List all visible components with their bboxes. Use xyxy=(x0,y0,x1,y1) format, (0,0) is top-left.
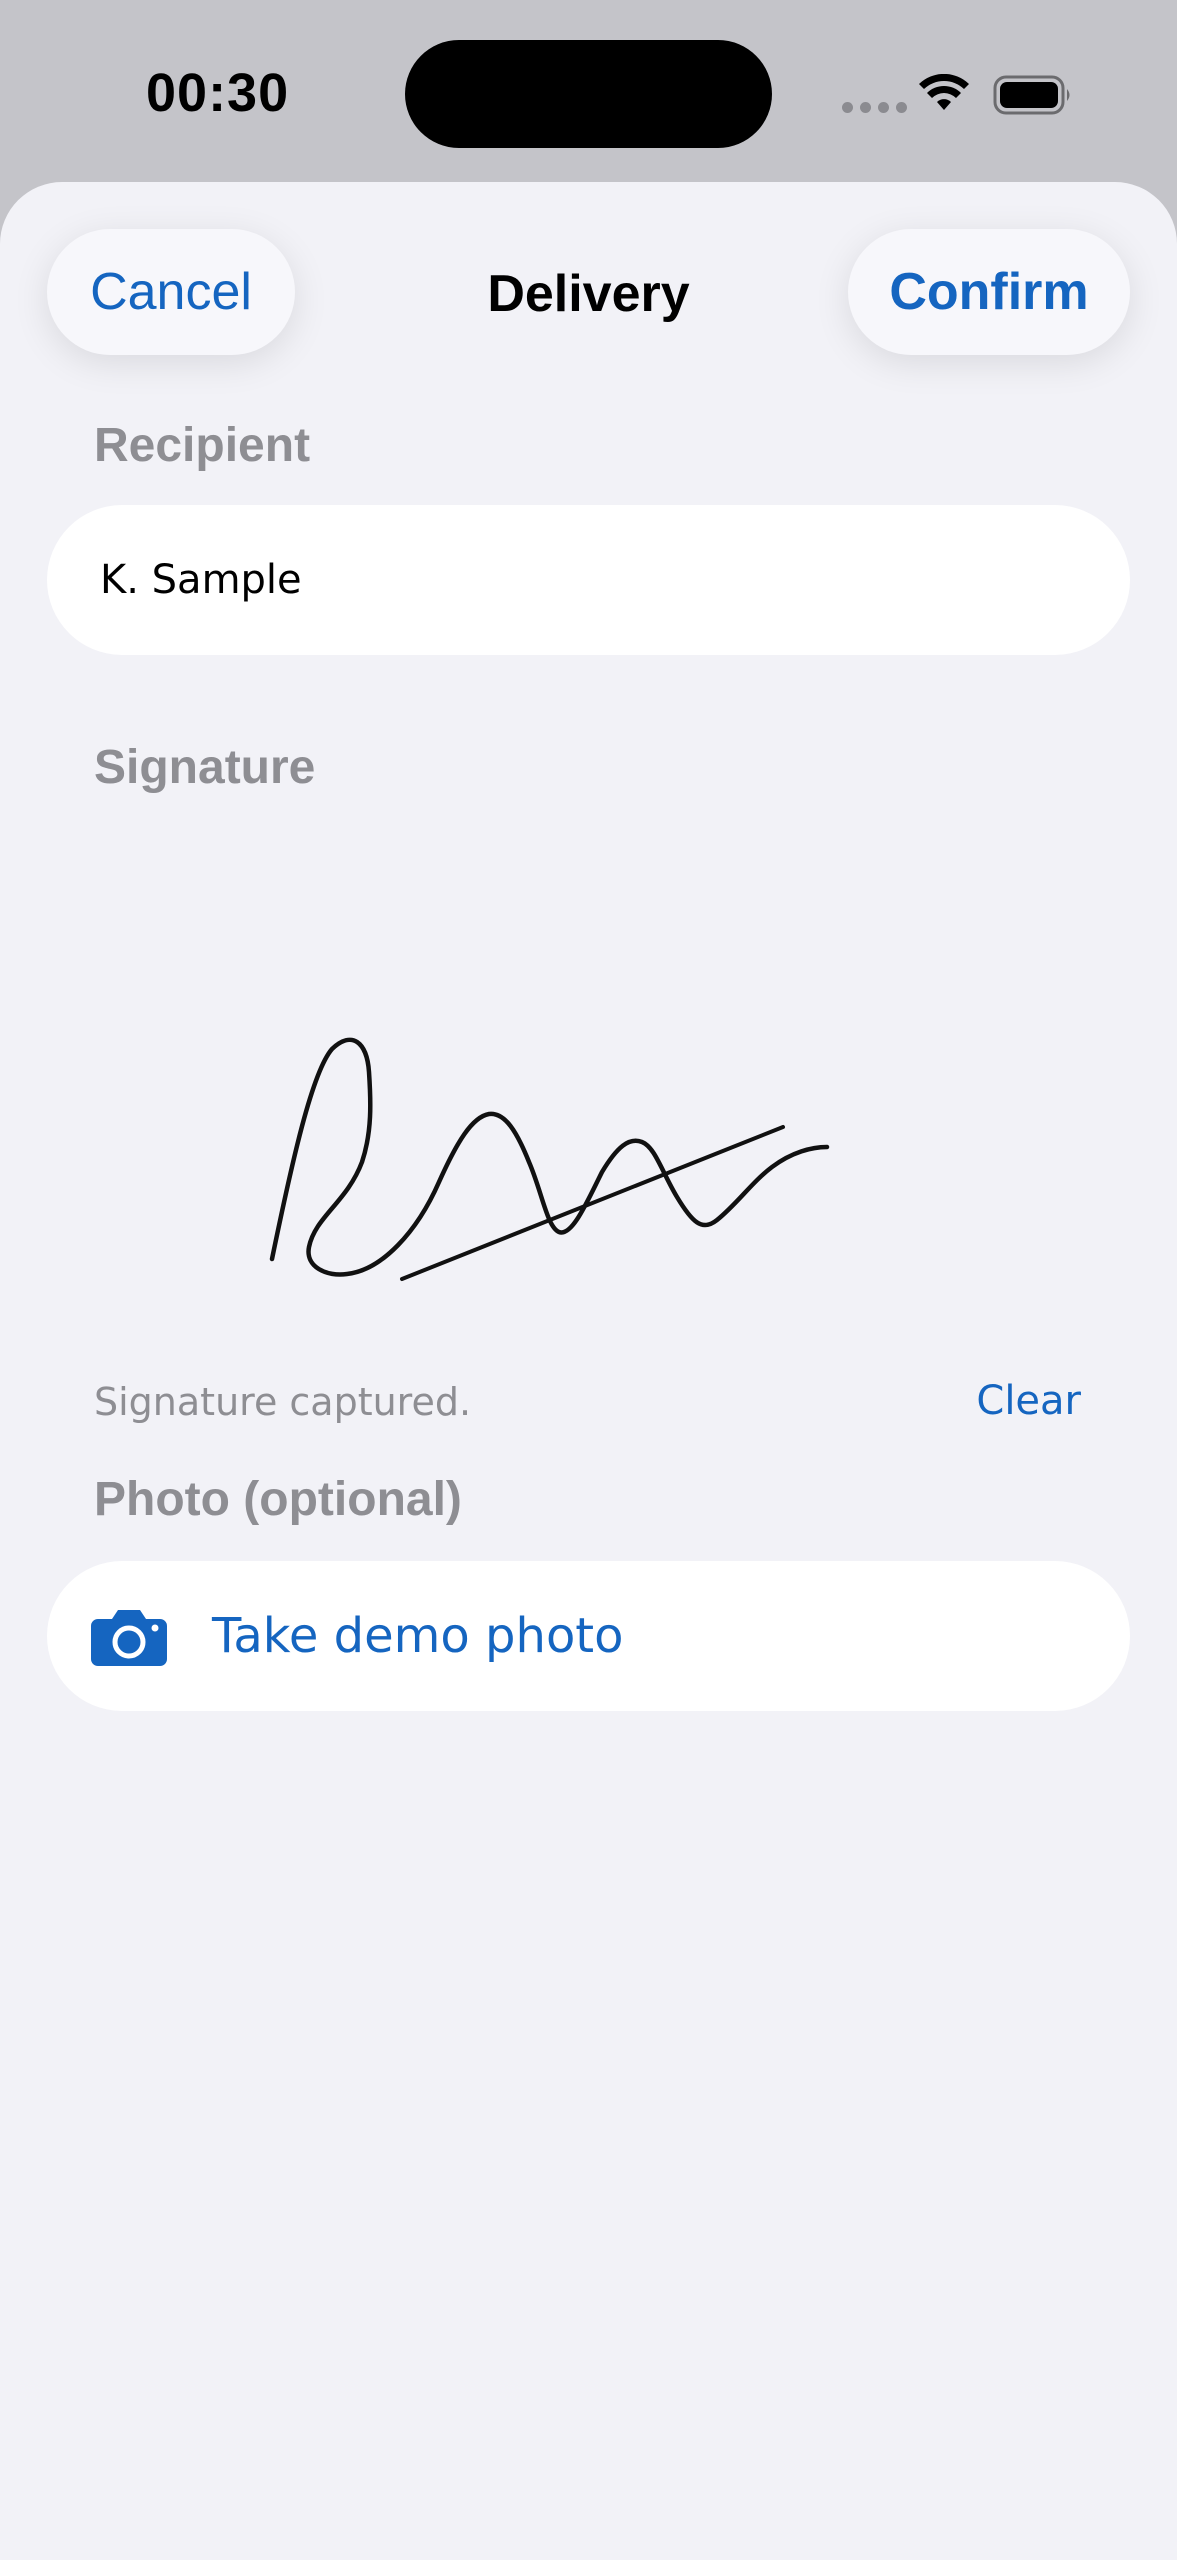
signature-stroke xyxy=(269,1037,830,1281)
delivery-sheet: Cancel Delivery Confirm Recipient K. Sam… xyxy=(0,182,1177,2560)
status-bar: 00:30 xyxy=(0,0,1177,180)
recipient-label: Recipient xyxy=(94,419,311,472)
signature-label: Signature xyxy=(94,741,316,794)
wifi-icon xyxy=(919,74,969,110)
camera-icon xyxy=(91,1610,167,1666)
dynamic-island xyxy=(405,40,772,148)
take-photo-label: Take demo photo xyxy=(212,1608,624,1664)
clear-signature-button[interactable]: Clear xyxy=(976,1378,1081,1424)
cellular-signal-icon xyxy=(842,102,907,113)
recipient-input[interactable]: K. Sample xyxy=(47,505,1130,655)
take-photo-button[interactable]: Take demo photo xyxy=(47,1561,1130,1711)
battery-icon xyxy=(993,75,1070,115)
status-time: 00:30 xyxy=(146,63,290,123)
photo-label: Photo (optional) xyxy=(94,1473,462,1526)
signature-pad[interactable] xyxy=(47,842,1130,1342)
signature-status: Signature captured. xyxy=(94,1380,472,1424)
confirm-button[interactable]: Confirm xyxy=(848,229,1130,355)
